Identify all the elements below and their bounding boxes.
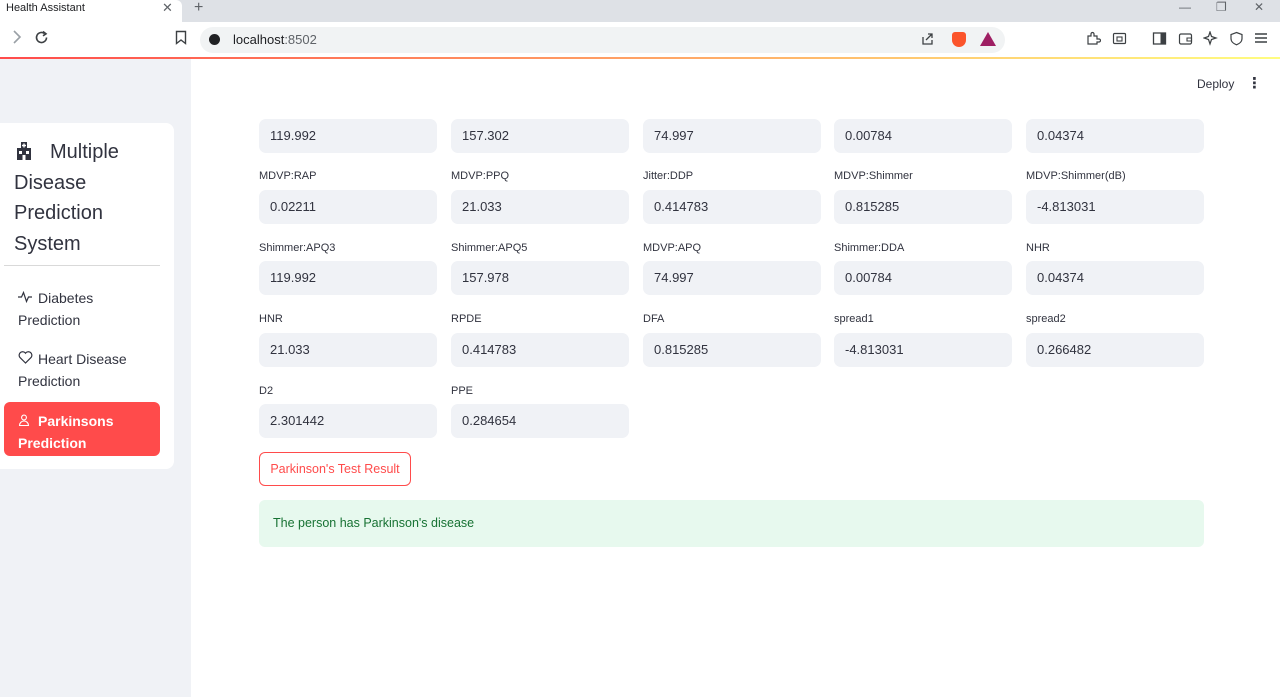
result-message: The person has Parkinson's disease	[273, 516, 475, 530]
input-shimmer-apq3[interactable]: 119.992	[259, 261, 437, 295]
field-label: MDVP:RAP	[259, 170, 317, 182]
field-label: spread1	[834, 313, 874, 325]
input-shimmer-apq5[interactable]: 157.978	[451, 261, 629, 295]
field-label: Shimmer:DDA	[834, 242, 905, 254]
field-label: HNR	[259, 313, 283, 325]
input-mdvp-jitter-percent[interactable]: 0.00784	[834, 119, 1012, 153]
media-icon[interactable]	[1112, 31, 1127, 49]
person-icon	[18, 412, 38, 433]
browser-tab[interactable]: Health Assistant ✕	[0, 0, 182, 22]
close-icon[interactable]: ✕	[162, 0, 173, 16]
heart-icon	[18, 350, 38, 371]
sidebar-icon[interactable]	[1152, 31, 1167, 49]
field-label: Shimmer:APQ3	[259, 242, 336, 254]
input-jitter-ddp[interactable]: 0.414783	[643, 190, 821, 224]
url-port: :8502	[284, 32, 317, 47]
forward-icon[interactable]	[11, 30, 23, 48]
input-mdvp-ppq[interactable]: 21.033	[451, 190, 629, 224]
wallet-icon[interactable]	[1178, 31, 1193, 49]
input-shimmer-dda[interactable]: 0.00784	[834, 261, 1012, 295]
url-host: localhost	[233, 32, 285, 47]
browser-tabstrip: Health Assistant ✕ + — ❐ ✕	[0, 0, 1280, 22]
more-options-icon[interactable]: ⋮	[1247, 74, 1262, 92]
row1-label-cutoff	[1026, 97, 1116, 109]
vpn-icon[interactable]	[1229, 31, 1244, 49]
input-mdvp-apq[interactable]: 74.997	[643, 261, 821, 295]
tab-title: Health Assistant	[6, 2, 85, 14]
minimize-icon[interactable]: —	[1179, 0, 1191, 14]
input-rpde[interactable]: 0.414783	[451, 333, 629, 367]
field-label: DFA	[643, 313, 665, 325]
menu-title: Multiple Disease Prediction System	[14, 141, 119, 255]
share-icon[interactable]	[920, 31, 935, 49]
success-alert: The person has Parkinson's disease	[259, 500, 1204, 547]
field-label: Shimmer:APQ5	[451, 242, 528, 254]
brave-rewards-icon[interactable]	[980, 32, 996, 46]
field-label: NHR	[1026, 242, 1050, 254]
input-spread1[interactable]: -4.813031	[834, 333, 1012, 367]
reload-icon[interactable]	[34, 30, 49, 49]
row1-label-cutoff	[451, 97, 541, 109]
field-label: MDVP:PPQ	[451, 170, 510, 182]
input-mdvp-rap[interactable]: 0.02211	[259, 190, 437, 224]
activity-icon	[18, 289, 38, 310]
field-label: D2	[259, 385, 274, 397]
field-label: MDVP:Shimmer	[834, 170, 913, 182]
input-mdvp-flo[interactable]: 74.997	[643, 119, 821, 153]
input-mdvp-shimmer-db[interactable]: -4.813031	[1026, 190, 1204, 224]
restore-icon[interactable]: ❐	[1216, 0, 1227, 14]
input-ppe[interactable]: 0.284654	[451, 404, 629, 438]
input-nhr[interactable]: 0.04374	[1026, 261, 1204, 295]
parkinsons-test-result-button[interactable]: Parkinson's Test Result	[259, 452, 411, 486]
deploy-button[interactable]: Deploy	[1197, 77, 1234, 91]
input-mdvp-shimmer[interactable]: 0.815285	[834, 190, 1012, 224]
row1-label-cutoff	[643, 97, 733, 109]
window-close-icon[interactable]: ✕	[1254, 0, 1264, 14]
field-label: MDVP:Shimmer(dB)	[1026, 170, 1126, 182]
sidebar: Multiple Disease Prediction System Diabe…	[0, 59, 191, 697]
url-text[interactable]: localhost:8502	[233, 32, 317, 47]
input-spread2[interactable]: 0.266482	[1026, 333, 1204, 367]
site-info-icon[interactable]	[209, 34, 220, 45]
field-label: spread2	[1026, 313, 1066, 325]
field-label: MDVP:APQ	[643, 242, 702, 254]
field-label: Jitter:DDP	[643, 170, 694, 182]
menu-item-heart-disease[interactable]: Heart Disease Prediction	[4, 340, 160, 394]
option-menu: Multiple Disease Prediction System Diabe…	[0, 123, 174, 469]
row1-label-cutoff	[259, 97, 349, 109]
input-mdvp-jitter-abs[interactable]: 0.04374	[1026, 119, 1204, 153]
input-mdvp-fhi[interactable]: 157.302	[451, 119, 629, 153]
row1-label-cutoff	[834, 97, 924, 109]
menu-divider	[4, 265, 160, 266]
menu-item-parkinsons[interactable]: Parkinsons Prediction	[4, 402, 160, 456]
input-hnr[interactable]: 21.033	[259, 333, 437, 367]
field-label: PPE	[451, 385, 474, 397]
leo-ai-icon[interactable]	[1202, 30, 1218, 49]
field-label: RPDE	[451, 313, 482, 325]
input-mdvp-fo[interactable]: 119.992	[259, 119, 437, 153]
input-dfa[interactable]: 0.815285	[643, 333, 821, 367]
browser-toolbar: localhost:8502	[0, 22, 1280, 58]
bookmark-icon[interactable]	[175, 30, 187, 49]
brave-shields-icon[interactable]	[952, 32, 966, 47]
new-tab-icon[interactable]: +	[194, 0, 203, 17]
extensions-icon[interactable]	[1086, 31, 1102, 49]
input-d2[interactable]: 2.301442	[259, 404, 437, 438]
app-header-decoration	[0, 57, 1280, 59]
menu-icon[interactable]	[1254, 31, 1268, 48]
address-bar[interactable]: localhost:8502	[200, 27, 1005, 53]
menu-item-diabetes[interactable]: Diabetes Prediction	[4, 279, 160, 333]
